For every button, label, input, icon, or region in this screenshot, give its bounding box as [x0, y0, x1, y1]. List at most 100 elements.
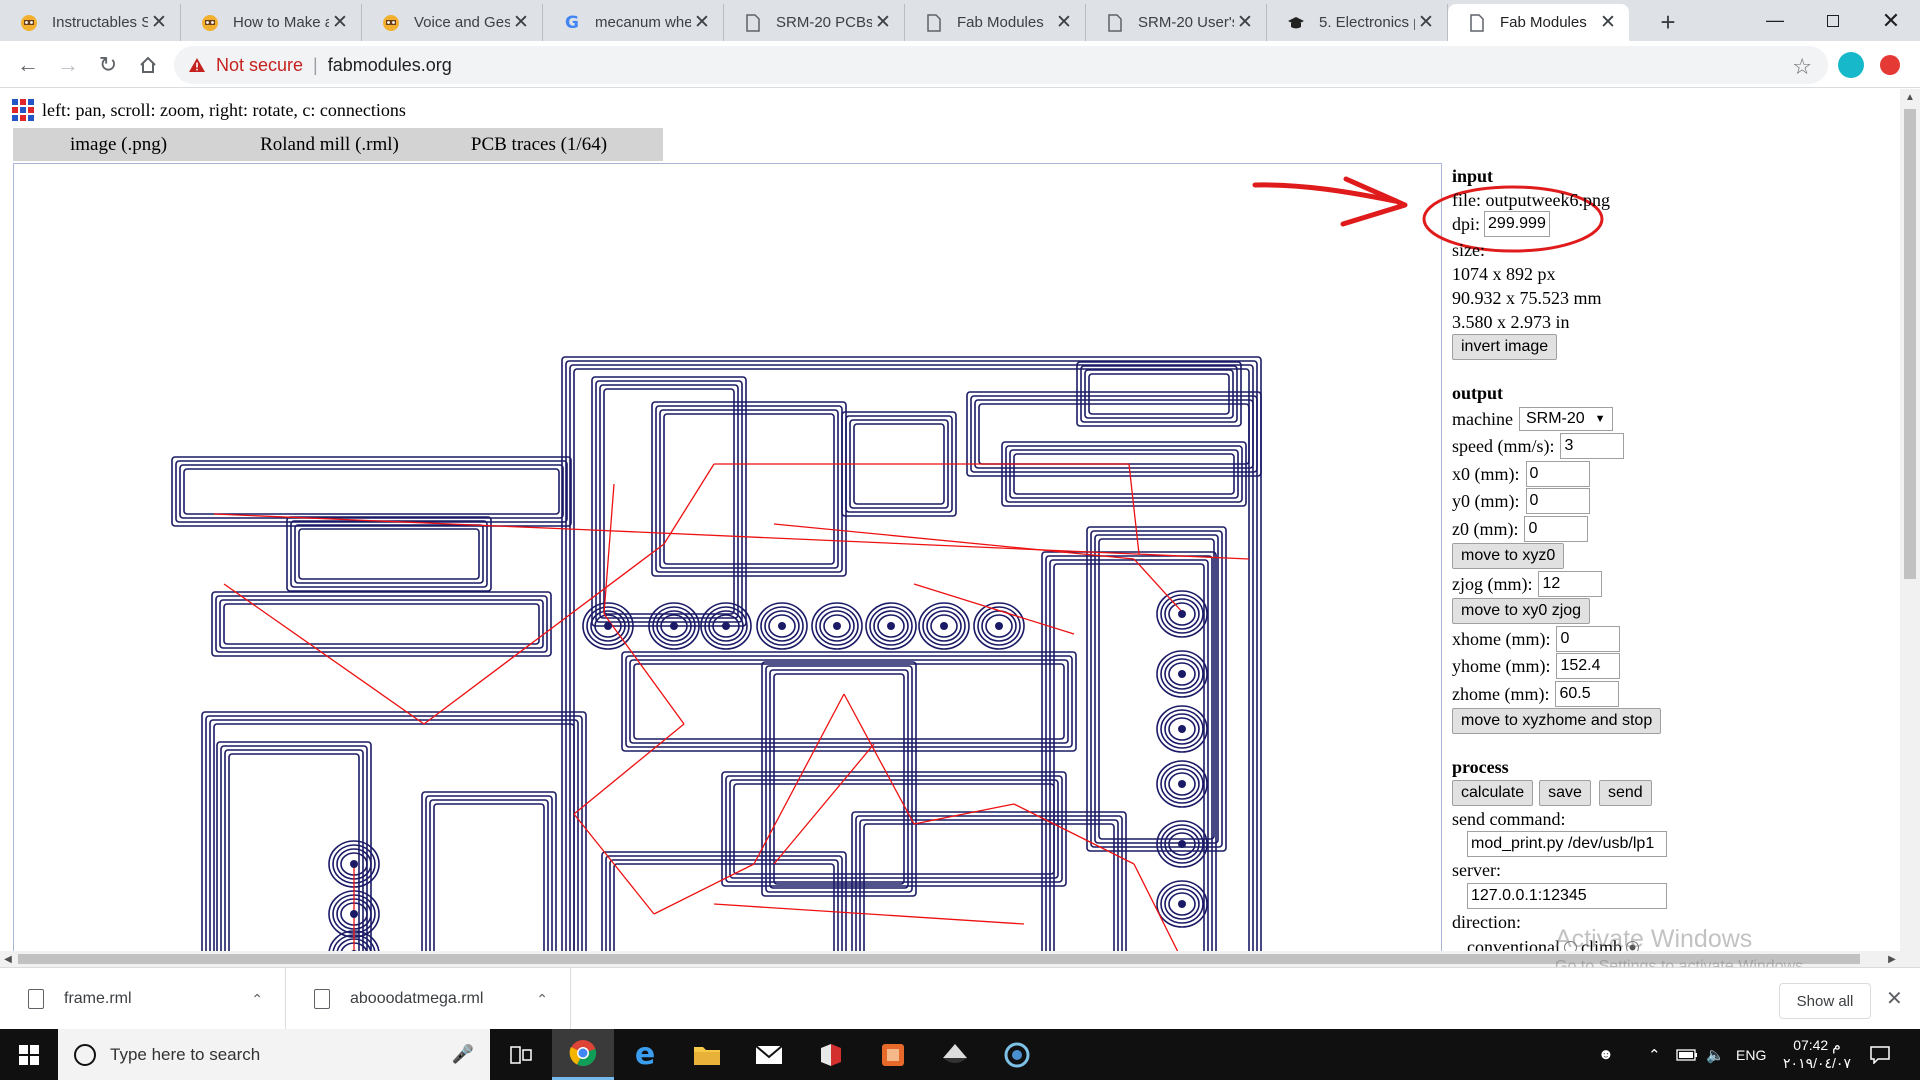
chrome-icon[interactable] — [552, 1029, 614, 1080]
minimize-button[interactable]: — — [1746, 0, 1804, 41]
dropdown-arrow-icon: ▼ — [1594, 412, 1606, 425]
browser-tab[interactable]: 5. Electronics p ✕ — [1267, 4, 1448, 41]
close-shelf-icon[interactable]: ✕ — [1886, 986, 1903, 1011]
browser-tab[interactable]: How to Make a ✕ — [181, 4, 362, 41]
format-roland-mill[interactable]: Roland mill (.rml) — [260, 134, 399, 156]
download-item[interactable]: frame.rml ⌃ — [0, 968, 286, 1030]
calculate-button[interactable]: calculate — [1452, 779, 1534, 806]
tab-title: How to Make a — [233, 14, 329, 31]
language-indicator[interactable]: ENG — [1736, 1029, 1766, 1080]
reader-app-icon[interactable] — [800, 1029, 862, 1080]
forward-button[interactable]: → — [52, 49, 84, 81]
action-center-icon[interactable] — [1870, 1029, 1890, 1080]
x0-input[interactable] — [1525, 460, 1590, 487]
move-to-xy0-zjog-button[interactable]: move to xy0 zjog — [1452, 598, 1591, 625]
toolpath-outline — [429, 799, 549, 951]
format-pcb-traces[interactable]: PCB traces (1/64) — [471, 134, 607, 156]
show-all-button[interactable]: Show all — [1779, 983, 1871, 1019]
bookmark-star-icon[interactable]: ☆ — [1792, 54, 1812, 80]
browser-tab[interactable]: Fab Modules ✕ — [1448, 4, 1629, 41]
close-tab-icon[interactable]: ✕ — [1597, 12, 1619, 34]
extension-avatar-icon[interactable] — [1838, 52, 1864, 78]
vertical-scroll-thumb[interactable] — [1904, 109, 1916, 579]
download-item[interactable]: abooodatmega.rml ⌃ — [286, 968, 571, 1030]
pad-dot — [1178, 670, 1186, 678]
maximize-button[interactable] — [1804, 0, 1862, 41]
home-button[interactable] — [132, 49, 164, 81]
app-circle-icon[interactable] — [986, 1029, 1048, 1080]
toolpath-outline — [171, 456, 572, 527]
direction-conventional-label[interactable]: conventional — [1467, 935, 1560, 951]
xhome-input[interactable] — [1556, 625, 1621, 652]
close-tab-icon[interactable]: ✕ — [148, 12, 170, 34]
x0-label: x0 (mm): — [1452, 463, 1520, 484]
security-status[interactable]: Not secure — [216, 55, 303, 76]
close-tab-icon[interactable]: ✕ — [872, 12, 894, 34]
file-explorer-icon[interactable] — [676, 1029, 738, 1080]
close-tab-icon[interactable]: ✕ — [1415, 12, 1437, 34]
close-tab-icon[interactable]: ✕ — [691, 12, 713, 34]
dpi-input[interactable] — [1484, 210, 1551, 237]
browser-tab[interactable]: Fab Modules ✕ — [905, 4, 1086, 41]
scroll-left-arrow[interactable]: ◀ — [0, 951, 16, 967]
clock[interactable]: 07:42 م ٢٠١٩/٠٤/٠٧ — [1772, 1036, 1862, 1072]
browser-tab[interactable]: SRM-20 User's ✕ — [1086, 4, 1267, 41]
input-heading: input — [1452, 166, 1494, 186]
send-button[interactable]: send — [1598, 779, 1652, 806]
chevron-up-icon[interactable]: ⌃ — [536, 991, 548, 1008]
vertical-scrollbar[interactable]: ▲ — [1900, 89, 1920, 967]
toolpath-canvas[interactable] — [13, 163, 1442, 951]
scroll-up-arrow[interactable]: ▲ — [1900, 89, 1920, 105]
save-button[interactable]: save — [1539, 779, 1591, 806]
toolpath-outline — [213, 723, 575, 951]
back-button[interactable]: ← — [12, 49, 44, 81]
browser-tab[interactable]: Instructables Se✕ — [0, 4, 181, 41]
server-input[interactable] — [1467, 882, 1667, 909]
microphone-icon[interactable]: 🎤 — [452, 1044, 474, 1065]
send-command-input[interactable] — [1467, 831, 1667, 858]
start-button[interactable] — [0, 1029, 58, 1080]
address-bar[interactable]: Not secure | fabmodules.org ☆ — [174, 46, 1828, 84]
close-tab-icon[interactable]: ✕ — [510, 12, 532, 34]
move-to-xyzhome-button[interactable]: move to xyzhome and stop — [1452, 708, 1662, 735]
machine-select[interactable]: SRM-20 ▼ — [1518, 406, 1613, 431]
edge-icon[interactable]: e — [614, 1029, 676, 1080]
scroll-right-arrow[interactable]: ▶ — [1884, 951, 1900, 967]
reload-button[interactable]: ↻ — [92, 49, 124, 81]
move-to-xyz0-button[interactable]: move to xyz0 — [1452, 543, 1565, 570]
close-tab-icon[interactable]: ✕ — [1053, 12, 1075, 34]
task-view-icon[interactable] — [490, 1029, 552, 1080]
inkscape-icon[interactable] — [924, 1029, 986, 1080]
browser-tab[interactable]: Gmecanum whe ✕ — [543, 4, 724, 41]
browser-tab[interactable]: Voice and Gest ✕ — [362, 4, 543, 41]
speed-input[interactable] — [1560, 433, 1625, 460]
close-tab-icon[interactable]: ✕ — [1234, 12, 1256, 34]
clock-time: 07:42 م — [1793, 1037, 1841, 1053]
update-icon[interactable] — [1880, 55, 1900, 75]
new-tab-button[interactable]: + — [1652, 6, 1684, 38]
mail-icon[interactable] — [738, 1029, 800, 1080]
battery-icon[interactable] — [1676, 1029, 1698, 1080]
paint-app-icon[interactable] — [862, 1029, 924, 1080]
toolpath-outline — [286, 516, 492, 592]
instructables-robot-icon — [382, 14, 400, 32]
volume-muted-icon[interactable]: 🔈 — [1706, 1029, 1725, 1080]
tab-title: SRM-20 User's — [1138, 14, 1234, 31]
taskbar-search-box[interactable]: Type here to search 🎤 — [58, 1029, 490, 1080]
show-hidden-icons-chevron-icon[interactable]: ⌃ — [1648, 1029, 1661, 1080]
toolpath-outline — [219, 599, 544, 649]
invert-image-button[interactable]: invert image — [1452, 334, 1558, 361]
y0-input[interactable] — [1525, 488, 1590, 515]
yhome-input[interactable] — [1556, 653, 1621, 680]
people-icon[interactable]: ☻ — [1598, 1029, 1614, 1080]
url-text[interactable]: fabmodules.org — [328, 55, 452, 76]
zhome-input[interactable] — [1555, 680, 1620, 707]
z0-input[interactable] — [1524, 515, 1589, 542]
zjog-input[interactable] — [1538, 570, 1603, 597]
browser-tab[interactable]: SRM-20 PCBs ✕ — [724, 4, 905, 41]
close-tab-icon[interactable]: ✕ — [329, 12, 351, 34]
separator: | — [313, 54, 318, 75]
close-window-button[interactable]: ✕ — [1862, 0, 1920, 41]
format-image[interactable]: image (.png) — [70, 134, 167, 156]
chevron-up-icon[interactable]: ⌃ — [251, 991, 263, 1008]
